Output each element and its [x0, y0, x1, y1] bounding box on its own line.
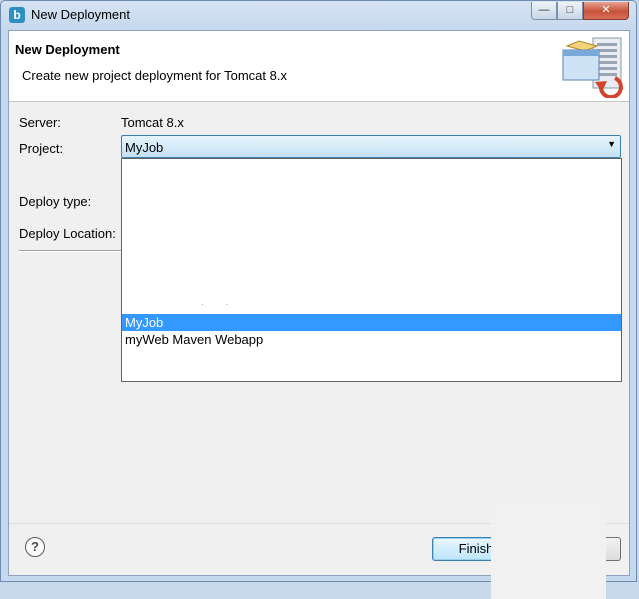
dialog-window: b New Deployment — □ ✕ New Deployment Cr…	[0, 0, 637, 599]
server-value: Tomcat 8.x	[121, 115, 184, 130]
deploy-location-label: Deploy Location:	[19, 226, 116, 241]
close-icon: ✕	[601, 4, 611, 16]
wizard-subtitle: Create new project deployment for Tomcat…	[22, 68, 287, 83]
partially-hidden-item: . . . . . . ′ . . . . ′	[122, 304, 621, 308]
chevron-down-icon: ▼	[607, 139, 616, 149]
project-dropdown-list[interactable]: . . . . . . ′ . . . . ′ MyJob myWeb Mave…	[121, 158, 622, 382]
title-bar[interactable]: b New Deployment — □ ✕	[1, 1, 636, 29]
project-label: Project:	[19, 141, 64, 156]
obscuring-overlay	[491, 503, 606, 599]
dropdown-option-myweb[interactable]: myWeb Maven Webapp	[122, 331, 621, 348]
server-label: Server:	[19, 115, 61, 130]
minimize-button[interactable]: —	[531, 2, 557, 20]
project-select-value: MyJob	[125, 140, 164, 155]
dialog-client-area: New Deployment Create new project deploy…	[8, 30, 630, 599]
wizard-header: New Deployment Create new project deploy…	[9, 31, 629, 102]
app-icon: b	[9, 7, 25, 23]
help-icon[interactable]: ?	[25, 537, 45, 557]
window-title: New Deployment	[31, 7, 130, 22]
wizard-title: New Deployment	[15, 42, 120, 57]
dropdown-option-myjob[interactable]: MyJob	[122, 314, 621, 331]
close-button[interactable]: ✕	[583, 2, 629, 20]
minimize-icon: —	[538, 4, 550, 16]
project-select[interactable]: MyJob ▼	[121, 135, 621, 158]
server-deploy-icon	[562, 37, 623, 98]
maximize-button[interactable]: □	[557, 2, 583, 20]
deploy-type-label: Deploy type:	[19, 194, 92, 209]
maximize-icon: □	[566, 4, 574, 16]
